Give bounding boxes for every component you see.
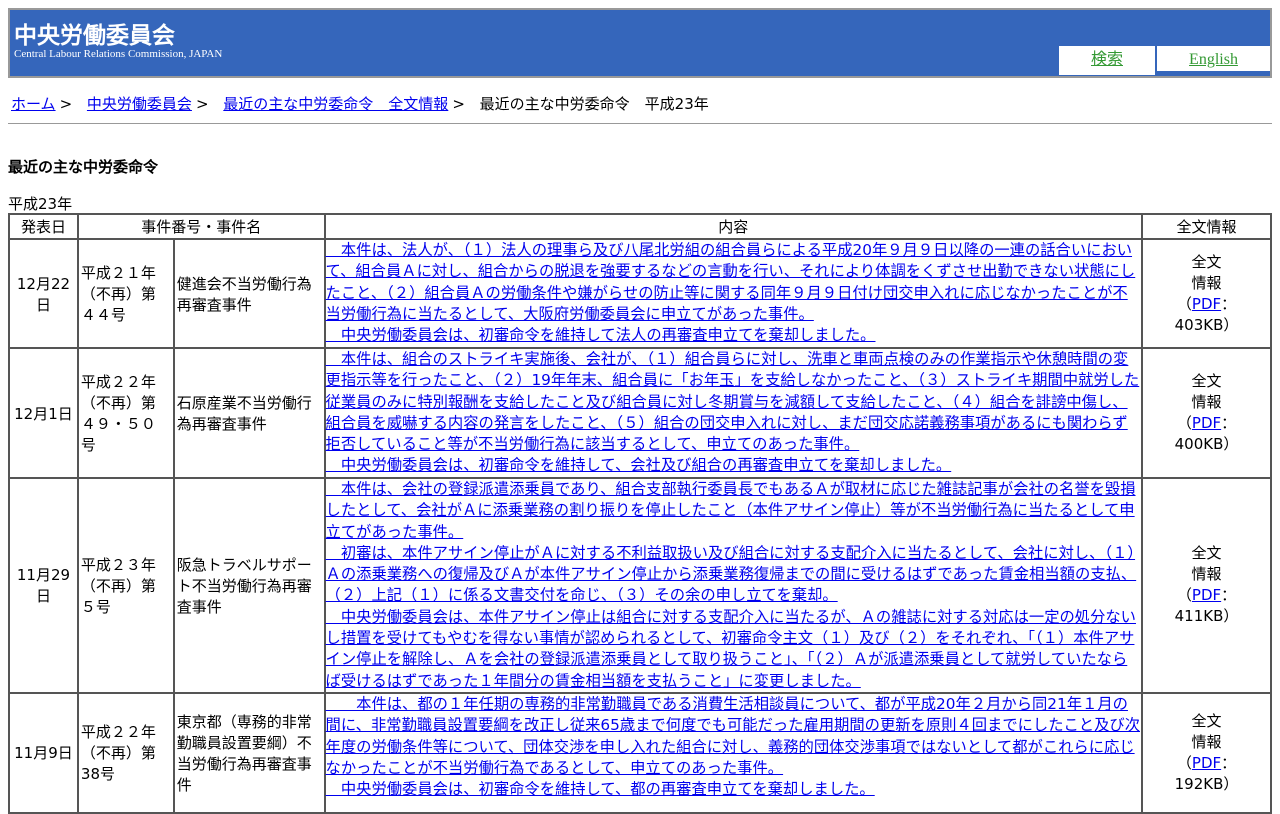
content-link[interactable]: 中央労働委員会は、本件アサイン停止は組合に対する支配介入に当たるが、Ａの雑誌に対…	[326, 608, 1136, 690]
content-link[interactable]: 中央労働委員会は、初審命令を維持して、都の再審査申立てを棄却しました。	[326, 780, 875, 798]
table-row: 12月1日 平成２２年（不再）第４９・５０号 石原産業不当労働行為再審査事件 本…	[8, 347, 1272, 479]
breadcrumb-separator: >	[452, 95, 465, 113]
file-size: 192KB	[1174, 774, 1224, 793]
full-label: 全文	[1191, 544, 1222, 563]
page-title: 最近の主な中労委命令	[8, 158, 159, 176]
case-number: 平成２１年（不再）第４４号	[76, 238, 175, 349]
file-size: 403KB	[1174, 315, 1224, 334]
breadcrumb-home[interactable]: ホーム	[11, 95, 56, 113]
search-button[interactable]: 検索	[1059, 46, 1155, 75]
case-name: 健進会不当労働行為再審査事件	[172, 238, 326, 349]
case-number: 平成２２年（不再）第４９・５０号	[76, 347, 175, 479]
info-label: 情報	[1191, 565, 1222, 584]
file-size: 400KB	[1174, 435, 1224, 453]
breadcrumb-commission[interactable]: 中央労働委員会	[87, 95, 192, 113]
full-text-cell: 全文 情報 （PDF：192KB）	[1141, 691, 1272, 814]
pdf-link[interactable]: PDF	[1192, 586, 1221, 604]
content-link[interactable]: 中央労働委員会は、初審命令を維持して、会社及び組合の再審査申立てを棄却しました。	[326, 456, 951, 474]
case-number: 平成２３年（不再）第５号	[76, 477, 175, 694]
breadcrumb-orders[interactable]: 最近の主な中労委命令 全文情報	[223, 95, 448, 113]
content-link[interactable]: 中央労働委員会は、初審命令を維持して法人の再審査申立てを棄却しました。	[326, 326, 876, 344]
content-link[interactable]: 本件は、組合のストライキ実施後、会社が、（１）組合員らに対し、洗車と車両点検のみ…	[326, 350, 1140, 453]
full-label: 全文	[1191, 372, 1222, 390]
header-case: 事件番号・事件名	[76, 213, 326, 240]
release-date: 12月1日	[8, 347, 79, 479]
case-summary: 本件は、法人が、（１）法人の理事ら及び八尾北労組の組合員らによる平成20年９月９…	[323, 238, 1144, 349]
pdf-link[interactable]: PDF	[1192, 295, 1221, 313]
full-text-cell: 全文 情報 （PDF：403KB）	[1141, 238, 1272, 349]
full-label: 全文	[1191, 252, 1222, 271]
full-text-cell: 全文 情報 （PDF：411KB）	[1141, 477, 1272, 694]
header-content: 内容	[323, 213, 1144, 240]
case-name: 阪急トラベルサポート不当労働行為再審査事件	[172, 477, 326, 694]
site-subtitle: Central Labour Relations Commission, JAP…	[14, 48, 223, 60]
case-number: 平成２２年（不再）第38号	[76, 691, 175, 814]
year-label: 平成23年	[8, 195, 73, 213]
content-link[interactable]: 初審は、本件アサイン停止がＡに対する不利益取扱い及び組合に対する支配介入に当たる…	[326, 544, 1137, 605]
table-header-row: 発表日 事件番号・事件名 内容 全文情報	[8, 213, 1272, 240]
pdf-link[interactable]: PDF	[1192, 754, 1221, 772]
site-title: 中央労働委員会	[14, 23, 175, 49]
release-date: 12月22日	[8, 238, 79, 349]
table-row: 12月22日 平成２１年（不再）第４４号 健進会不当労働行為再審査事件 本件は、…	[8, 238, 1272, 349]
english-link[interactable]: English	[1189, 51, 1238, 68]
info-label: 情報	[1191, 273, 1222, 292]
file-size: 411KB	[1174, 607, 1224, 626]
orders-table: 発表日 事件番号・事件名 内容 全文情報 12月22日 平成２１年（不再）第４４…	[8, 213, 1272, 814]
case-summary: 本件は、会社の登録派遣添乗員であり、組合支部執行委員長でもあるＡが取材に応じた雑…	[323, 477, 1144, 694]
content-link[interactable]: 本件は、都の１年任期の専務的非常勤職員である消費生活相談員について、都が平成20…	[326, 695, 1140, 777]
case-name: 石原産業不当労働行為再審査事件	[172, 347, 326, 479]
breadcrumb-separator: >	[59, 95, 73, 113]
search-link[interactable]: 検索	[1091, 51, 1123, 68]
case-summary: 本件は、組合のストライキ実施後、会社が、（１）組合員らに対し、洗車と車両点検のみ…	[323, 347, 1144, 479]
table-row: 11月9日 平成２２年（不再）第38号 東京都（専務的非常勤職員設置要綱）不当労…	[8, 691, 1272, 814]
breadcrumb-separator: >	[195, 95, 209, 113]
english-button[interactable]: English	[1157, 46, 1270, 75]
full-label: 全文	[1191, 711, 1222, 730]
header-date: 発表日	[8, 213, 79, 240]
divider	[8, 123, 1272, 124]
content-link[interactable]: 本件は、法人が、（１）法人の理事ら及び八尾北労組の組合員らによる平成20年９月９…	[326, 241, 1136, 323]
header-fulltext: 全文情報	[1141, 213, 1272, 240]
table-row: 11月29日 平成２３年（不再）第５号 阪急トラベルサポート不当労働行為再審査事…	[8, 477, 1272, 694]
breadcrumb: ホーム > 中央労働委員会 > 最近の主な中労委命令 全文情報 > 最近の主な中労委命…	[11, 93, 709, 114]
breadcrumb-current: 最近の主な中労委命令 平成23年	[479, 95, 709, 113]
pdf-link[interactable]: PDF	[1192, 414, 1221, 432]
info-label: 情報	[1191, 732, 1222, 751]
release-date: 11月9日	[8, 691, 79, 814]
info-label: 情報	[1191, 393, 1222, 411]
full-text-cell: 全文 情報 （PDF：400KB）	[1141, 347, 1272, 479]
site-header: 中央労働委員会 Central Labour Relations Commiss…	[8, 8, 1272, 78]
content-link[interactable]: 本件は、会社の登録派遣添乗員であり、組合支部執行委員長でもあるＡが取材に応じた雑…	[326, 480, 1136, 541]
case-name: 東京都（専務的非常勤職員設置要綱）不当労働行為再審査事件	[172, 691, 326, 814]
case-summary: 本件は、都の１年任期の専務的非常勤職員である消費生活相談員について、都が平成20…	[323, 691, 1144, 814]
release-date: 11月29日	[8, 477, 79, 694]
